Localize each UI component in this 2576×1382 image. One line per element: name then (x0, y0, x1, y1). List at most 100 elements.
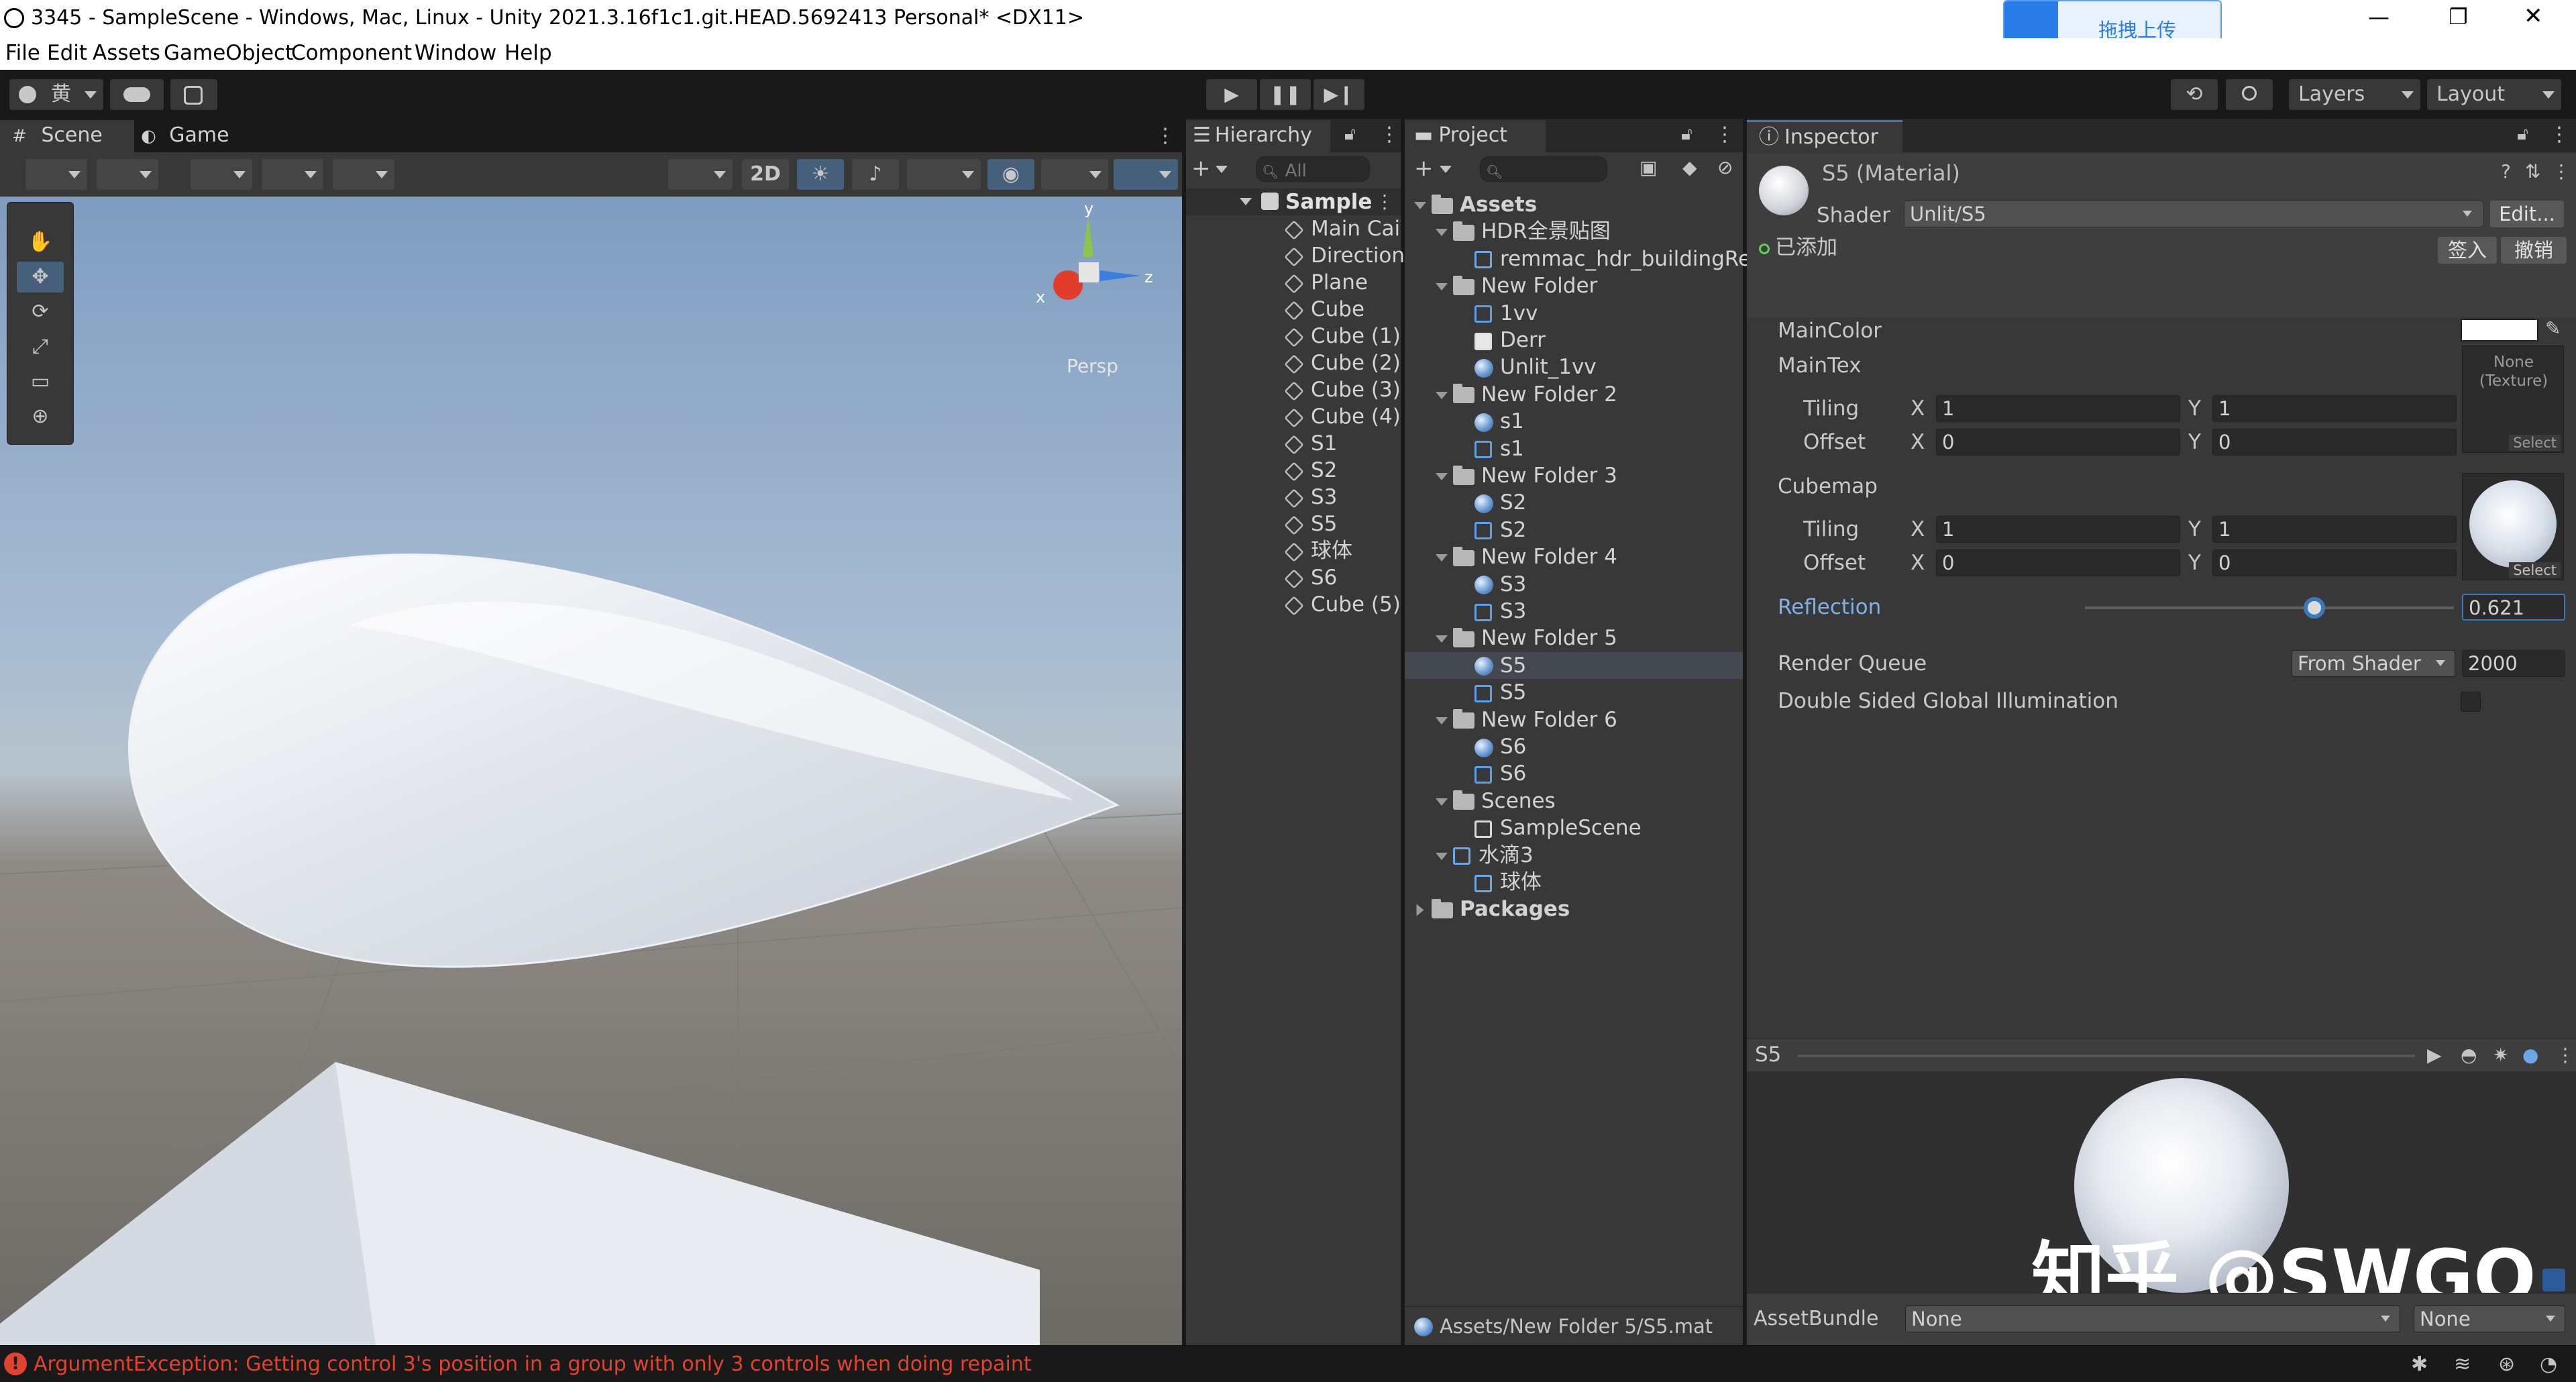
more-options-icon[interactable]: ⋮ (1375, 189, 1394, 215)
global-dropdown[interactable] (97, 159, 158, 190)
expand-arrow-icon[interactable] (1416, 904, 1424, 916)
hierarchy-item[interactable]: S2 (1284, 457, 1337, 484)
expand-arrow-icon[interactable] (1436, 473, 1448, 480)
hierarchy-item[interactable]: Cube (1284, 296, 1364, 323)
preview-mesh-icon[interactable]: ◓ (2461, 1044, 2477, 1066)
step-button[interactable]: ▶❙ (1313, 79, 1364, 110)
hierarchy-item[interactable]: S6 (1284, 564, 1337, 591)
menu-gameobject[interactable]: GameObject (164, 41, 293, 65)
maintex-tiling-x-input[interactable]: 1 (1936, 395, 2180, 422)
project-tree-item[interactable]: New Folder (1436, 272, 1597, 299)
transform-tool-icon[interactable]: ⊕ (17, 401, 64, 432)
project-tree-item[interactable]: S5 (1457, 679, 1526, 706)
expand-arrow-icon[interactable] (1414, 202, 1426, 209)
project-tree-item[interactable]: Derr (1457, 327, 1546, 354)
auto-generate-icon[interactable]: ⊛ (2498, 1352, 2515, 1376)
project-tree-item[interactable]: SampleScene (1457, 814, 1642, 841)
hierarchy-item[interactable]: S5 (1284, 511, 1337, 537)
layers-dropdown[interactable]: Layers (2289, 79, 2420, 110)
tab-project[interactable]: ▬ Project (1405, 120, 1546, 152)
expand-arrow-icon[interactable] (1436, 229, 1448, 237)
scene-viewport[interactable]: ✋ ✥ ⟳ ⤢ ▭ ⊕ y z x Persp (0, 197, 1182, 1345)
project-tree-item[interactable]: New Folder 5 (1436, 625, 1617, 651)
error-icon[interactable]: ! (4, 1352, 27, 1375)
project-search-input[interactable]: 🔍︎ (1480, 156, 1607, 182)
cache-icon[interactable]: ≋ (2454, 1352, 2471, 1376)
preview-drag-handle[interactable] (1798, 1055, 2415, 1057)
maincolor-swatch[interactable] (2461, 319, 2538, 341)
play-button[interactable]: ▶ (1206, 79, 1257, 110)
menu-file[interactable]: File (5, 41, 40, 65)
menu-assets[interactable]: Assets (93, 41, 160, 65)
lock-icon[interactable]: 🔓︎ (1681, 124, 1693, 145)
project-tree-item[interactable]: S3 (1457, 598, 1526, 625)
console-error-message[interactable]: ArgumentException: Getting control 3's p… (34, 1352, 1032, 1376)
expand-arrow-icon[interactable] (1436, 554, 1448, 562)
hierarchy-item[interactable]: S1 (1284, 430, 1337, 457)
expand-arrow-icon[interactable] (1436, 391, 1448, 399)
more-options-icon[interactable]: ⋮ (1379, 123, 1399, 146)
hierarchy-item[interactable]: Plane (1284, 269, 1368, 296)
layout-dropdown[interactable]: Layout (2427, 79, 2561, 110)
reflection-slider-track[interactable] (2085, 597, 2454, 619)
hierarchy-item[interactable]: Cube (5) (1284, 591, 1401, 618)
tab-scene[interactable]: # Scene (0, 120, 134, 152)
project-tree-item[interactable]: New Folder 3 (1436, 462, 1617, 489)
cubemap-offset-x-input[interactable]: 0 (1936, 549, 2180, 576)
revert-button[interactable]: 撤销 (2501, 237, 2567, 264)
hierarchy-item[interactable]: Cube (4) (1284, 403, 1401, 430)
lock-icon[interactable]: 🔓︎ (1344, 124, 1356, 145)
project-tree-item[interactable]: New Folder 6 (1436, 706, 1617, 733)
hierarchy-item[interactable]: Cube (2) (1284, 350, 1401, 376)
history-button[interactable]: ⟲ (2171, 79, 2218, 110)
cubemap-select-button[interactable]: Select (2509, 562, 2561, 578)
cubemap-slot[interactable]: Select (2462, 473, 2564, 580)
add-button[interactable]: + (1191, 155, 1211, 182)
project-tree-item[interactable]: S6 (1457, 760, 1526, 787)
account-dropdown[interactable]: 黄 (9, 79, 103, 110)
hierarchy-search-input[interactable]: 🔍︎ All (1256, 156, 1370, 182)
menu-window[interactable]: Window (415, 41, 496, 65)
add-button[interactable]: + (1414, 155, 1434, 182)
eyedropper-icon[interactable]: ✎ (2545, 317, 2561, 339)
shader-dropdown[interactable]: Unlit/S5 (1904, 201, 2483, 227)
rotate-tool-icon[interactable]: ⟳ (17, 297, 64, 327)
toggle-2d-button[interactable]: 2D (742, 159, 789, 190)
more-options-icon[interactable]: ⋮ (2556, 1044, 2575, 1066)
tag-icon[interactable] (2542, 1269, 2565, 1291)
cubemap-offset-y-input[interactable]: 0 (2212, 549, 2457, 576)
cubemap-tiling-y-input[interactable]: 1 (2212, 516, 2457, 543)
hidden-toggle-icon[interactable]: ⊘ (1717, 156, 1733, 178)
maximize-button[interactable]: ❐ (2449, 4, 2468, 30)
double-sided-gi-checkbox[interactable] (2461, 692, 2481, 712)
assetbundle-dropdown[interactable]: None (1905, 1306, 2400, 1332)
project-tree-item[interactable]: S2 (1457, 517, 1526, 543)
checkin-button[interactable]: 签入 (2438, 237, 2497, 264)
cloud-button[interactable] (110, 79, 164, 110)
hierarchy-item[interactable]: Cube (1) (1284, 323, 1401, 350)
reflection-value-input[interactable]: 0.621 (2462, 594, 2565, 621)
draw-mode-dropdown[interactable] (25, 159, 87, 190)
menu-edit[interactable]: Edit (47, 41, 87, 65)
shading-dropdown[interactable] (668, 159, 733, 190)
more-options-icon[interactable]: ⋮ (1715, 123, 1735, 146)
project-tree-item[interactable]: 水滴3 (1436, 842, 1534, 869)
more-options-icon[interactable]: ⋮ (1155, 124, 1175, 148)
snap-dropdown[interactable] (191, 159, 252, 190)
project-tree-item[interactable]: Packages (1414, 896, 1570, 922)
visibility-toggle[interactable]: ◉ (987, 159, 1034, 190)
camera-dropdown[interactable] (1041, 159, 1108, 190)
project-tree-item[interactable]: S5 (1457, 652, 1526, 679)
shader-edit-button[interactable]: Edit... (2490, 201, 2564, 227)
project-tree-item[interactable]: s1 (1457, 408, 1524, 435)
scale-tool-icon[interactable]: ⤢ (17, 331, 64, 362)
project-tree-item[interactable]: New Folder 2 (1436, 381, 1617, 408)
project-tree-item[interactable]: S6 (1457, 733, 1526, 760)
progress-icon[interactable]: ◔ (2540, 1352, 2557, 1376)
bug-icon[interactable]: ✱ (2411, 1352, 2428, 1376)
orientation-gizmo[interactable]: y z x (1026, 199, 1161, 344)
audio-toggle[interactable]: ♪ (852, 159, 899, 190)
tab-game[interactable]: ◐ Game (141, 120, 275, 152)
effects-dropdown[interactable] (907, 159, 981, 190)
expand-arrow-icon[interactable] (1436, 635, 1448, 643)
